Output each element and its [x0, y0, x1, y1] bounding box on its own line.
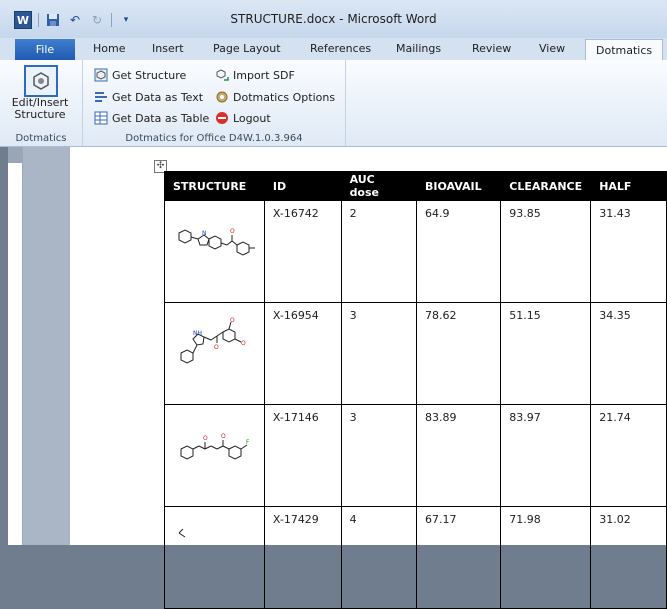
options-gear-icon	[214, 90, 229, 105]
get-structure-icon	[93, 68, 108, 83]
half-cell[interactable]: 21.74	[590, 404, 667, 507]
svg-text:O: O	[221, 433, 226, 440]
get-structure-button[interactable]: Get Structure	[93, 66, 186, 84]
text-data-icon	[93, 90, 108, 105]
auc-dose-cell[interactable]: 2	[340, 200, 417, 303]
document-area: ✣ STRUCTURE ID AUC dose BIOAVAIL CLEARAN…	[8, 147, 667, 609]
clearance-cell[interactable]: 71.98	[500, 506, 592, 609]
id-cell[interactable]: X-17146	[263, 404, 342, 507]
half-cell[interactable]: 34.35	[590, 302, 667, 405]
tab-home[interactable]: Home	[93, 42, 125, 55]
tab-dotmatics[interactable]: Dotmatics	[585, 39, 664, 61]
clearance-cell[interactable]: 51.15	[500, 302, 592, 405]
bioavail-cell[interactable]: 83.89	[415, 404, 502, 507]
svg-text:O: O	[203, 435, 208, 442]
table-data-icon	[93, 111, 108, 126]
logout-label: Logout	[233, 111, 271, 125]
tab-references[interactable]: References	[310, 42, 371, 55]
structure-cell[interactable]: OOF	[164, 404, 265, 507]
molecule-structure-icon: NO	[178, 228, 255, 256]
header-bioavail: BIOAVAIL	[415, 171, 502, 201]
tab-file[interactable]: File	[15, 39, 75, 60]
window-title: STRUCTURE.docx - Microsoft Word	[230, 12, 437, 26]
clearance-cell[interactable]: 93.85	[500, 200, 592, 303]
import-sdf-label: Import SDF	[233, 68, 295, 82]
id-cell[interactable]: X-17429	[263, 506, 342, 609]
title-bar: W ↶ ↻ ▾ STRUCTURE.docx - Microsoft Word	[0, 0, 667, 38]
dotmatics-options-button[interactable]: Dotmatics Options	[214, 88, 335, 106]
header-structure: STRUCTURE	[164, 171, 265, 201]
svg-text:O: O	[241, 340, 246, 347]
svg-text:F: F	[246, 439, 250, 446]
get-data-as-table-button[interactable]: Get Data as Table	[93, 109, 209, 127]
table-row: O O F X-17146 3 83.89 83.97 21.74	[164, 404, 667, 507]
document-page[interactable]: ✣ STRUCTURE ID AUC dose BIOAVAIL CLEARAN…	[70, 147, 667, 609]
header-half: HALF	[590, 171, 667, 201]
import-icon	[214, 68, 229, 83]
logout-icon	[214, 111, 229, 126]
table-row: X-17429 4 67.17 71.98 31.02	[164, 506, 667, 609]
auc-dose-cell[interactable]: 3	[340, 302, 417, 405]
svg-text:N: N	[202, 230, 207, 237]
tab-insert[interactable]: Insert	[152, 42, 184, 55]
edit-insert-structure-label: Edit/Insert Structure	[2, 97, 78, 121]
clearance-cell[interactable]: 83.97	[500, 404, 592, 507]
id-cell[interactable]: X-16742	[263, 200, 342, 303]
tab-view[interactable]: View	[539, 42, 565, 55]
structure-text: Structure	[14, 108, 66, 121]
vertical-ruler	[8, 147, 23, 545]
table-header-row: STRUCTURE ID AUC dose BIOAVAIL CLEARANCE…	[164, 171, 667, 201]
half-cell[interactable]: 31.02	[590, 506, 667, 609]
tab-page-layout[interactable]: Page Layout	[213, 42, 281, 55]
get-structure-label: Get Structure	[112, 68, 187, 82]
header-id: ID	[263, 171, 342, 201]
svg-text:O: O	[230, 228, 235, 235]
group-label-dotmatics-for-office: Dotmatics for Office D4W.1.0.3.964	[125, 133, 303, 144]
tab-review[interactable]: Review	[472, 42, 511, 55]
molecule-structure-icon: NH O O O	[180, 317, 246, 364]
ribbon-tabs: File Home Insert Page Layout References …	[0, 38, 667, 61]
bioavail-cell[interactable]: 67.17	[415, 506, 502, 609]
group-dotmatics: Edit/Insert Structure Dotmatics	[0, 60, 83, 146]
header-auc-dose: AUC dose	[340, 171, 417, 201]
structure-cell[interactable]: NH O O O	[164, 302, 265, 405]
table-row: NH O O O X-16954 3 78.62 51.15 34.35	[164, 302, 667, 405]
svg-text:NH: NH	[193, 330, 202, 337]
get-data-as-table-label: Get Data as Table	[112, 111, 210, 125]
auc-dose-cell[interactable]: 3	[340, 404, 417, 507]
bioavail-cell[interactable]: 64.9	[415, 200, 502, 303]
auc-dose-cell[interactable]: 4	[340, 506, 417, 609]
dotmatics-options-label: Dotmatics Options	[233, 90, 336, 104]
molecule-structure-icon	[178, 529, 186, 538]
group-dotmatics-for-office: Get Structure Get Data as Text Get Data …	[83, 60, 346, 146]
structure-icon	[24, 65, 58, 97]
structure-cell[interactable]: NO	[164, 200, 265, 303]
import-sdf-button[interactable]: Import SDF	[214, 66, 295, 84]
header-clearance: CLEARANCE	[500, 171, 592, 201]
table-row: NO X-16742 2 64.9 93.85 31.43	[164, 200, 667, 303]
id-cell[interactable]: X-16954	[263, 302, 342, 405]
data-table: STRUCTURE ID AUC dose BIOAVAIL CLEARANCE…	[164, 171, 667, 609]
molecule-structure-icon: O OF	[180, 433, 250, 460]
get-data-as-text-button[interactable]: Get Data as Text	[93, 88, 203, 106]
tab-mailings[interactable]: Mailings	[396, 42, 441, 55]
half-cell[interactable]: 31.43	[590, 200, 667, 303]
bioavail-cell[interactable]: 78.62	[415, 302, 502, 405]
svg-text:O: O	[230, 317, 235, 324]
group-label-dotmatics: Dotmatics	[15, 133, 67, 144]
edit-insert-structure-button[interactable]: Edit/Insert Structure	[2, 63, 78, 125]
ribbon: Edit/Insert Structure Dotmatics Get Stru…	[0, 60, 667, 147]
svg-text:O: O	[214, 344, 219, 351]
logout-button[interactable]: Logout	[214, 109, 271, 127]
structure-cell[interactable]	[164, 506, 265, 609]
ruler-margin	[8, 147, 22, 163]
get-data-as-text-label: Get Data as Text	[112, 90, 204, 104]
